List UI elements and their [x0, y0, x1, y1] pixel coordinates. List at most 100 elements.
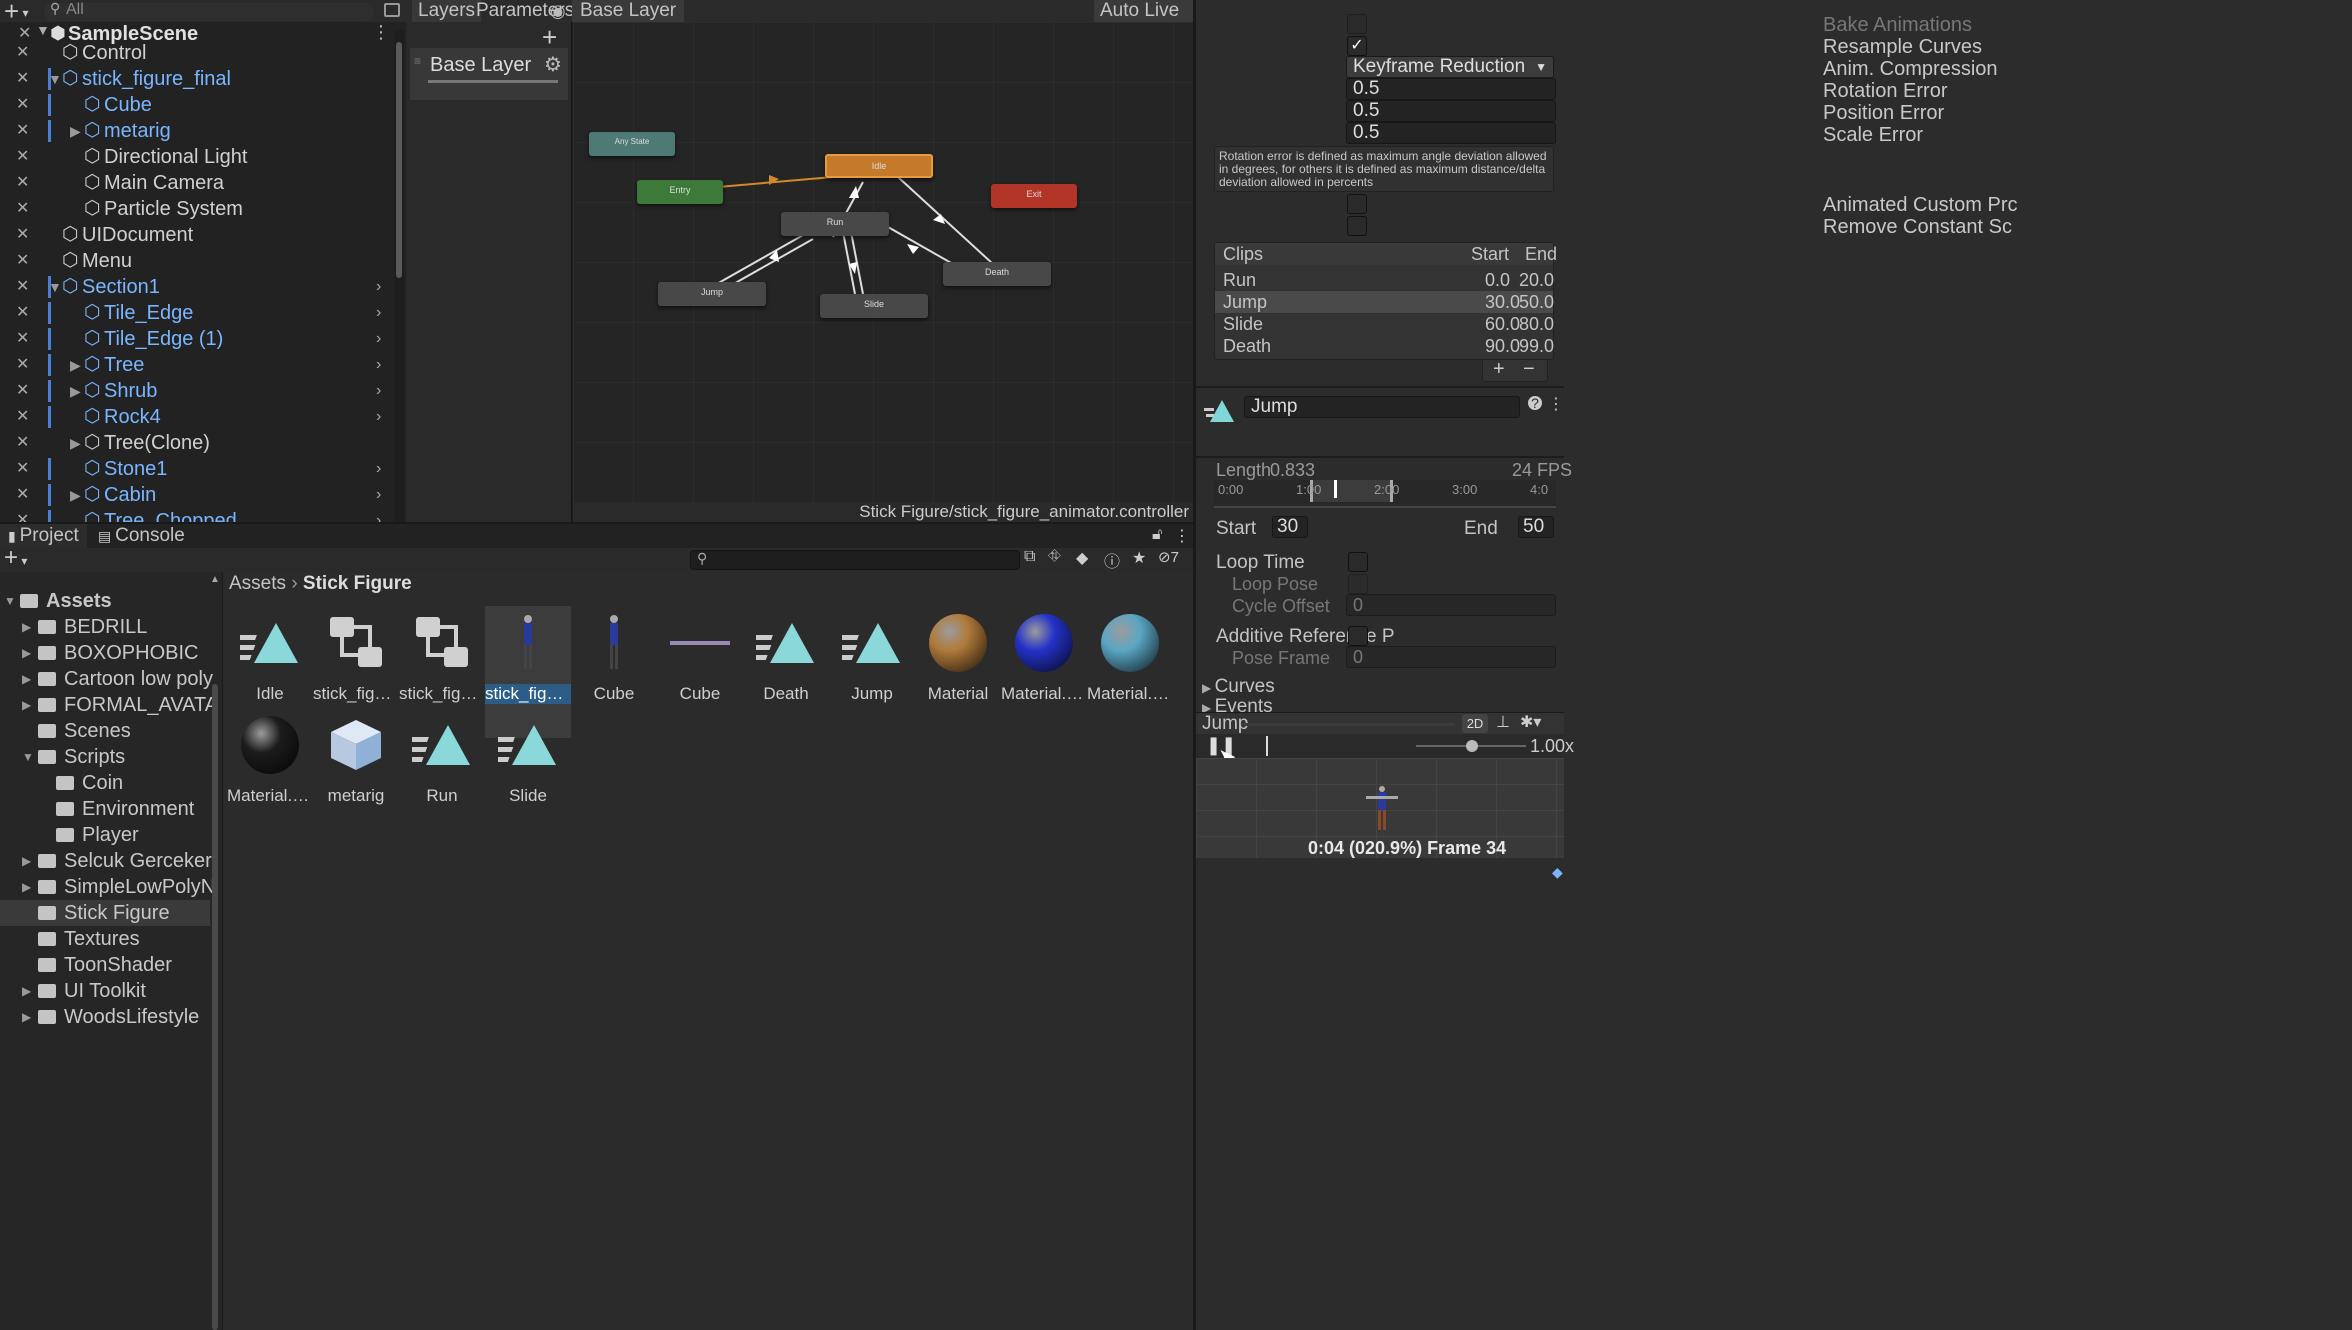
rotation-error-field[interactable]: 0.5 [1346, 78, 1556, 100]
hierarchy-item[interactable]: ✕ ▶ ⬡ Tree › [0, 352, 396, 378]
asset-item[interactable]: Cube [657, 606, 743, 738]
state-run[interactable]: Run [781, 212, 889, 236]
chevron-right-icon[interactable]: ▶ [22, 978, 31, 1004]
project-folder-item[interactable]: Textures [0, 926, 210, 952]
visibility-toggle-icon[interactable]: ✕ [16, 482, 29, 508]
speed-slider-thumb[interactable] [1466, 740, 1478, 752]
visibility-toggle-icon[interactable]: ✕ [16, 118, 29, 144]
add-clip-button[interactable]: + [1493, 358, 1505, 381]
state-machine-graph[interactable]: Any State Entry Idle Exit Run Jump Slide… [573, 22, 1193, 502]
project-folder-item[interactable]: Stick Figure [0, 900, 210, 926]
asset-item[interactable]: Jump [829, 606, 915, 738]
clip-row[interactable]: Death 90.0 99.0 [1215, 335, 1554, 357]
visibility-toggle-icon[interactable]: ✕ [16, 40, 29, 66]
filter-type-icon[interactable]: ⛗ [1048, 548, 1061, 566]
clip-menu-icon[interactable]: ⋮ [1548, 394, 1564, 414]
project-folder-item[interactable]: ▶ FORMAL_AVATAR [0, 692, 214, 718]
project-folder-item[interactable]: ▶ Cartoon low poly tree [0, 666, 214, 692]
tree-scrollbar[interactable]: ▲ [210, 574, 220, 1330]
hierarchy-item[interactable]: ✕ ⬡ Cube [0, 92, 396, 118]
chevron-right-icon[interactable]: ▶ [22, 666, 31, 692]
hierarchy-item[interactable]: ✕ ⬡ Directional Light [0, 144, 396, 170]
chevron-right-icon[interactable]: ▶ [70, 430, 81, 456]
state-death[interactable]: Death [943, 262, 1051, 286]
chevron-right-icon[interactable]: › [376, 274, 381, 300]
project-folder-item[interactable]: ToonShader [0, 952, 210, 978]
hierarchy-item[interactable]: ✕ ▶ ⬡ Tree(Clone) [0, 430, 396, 456]
project-folder-item[interactable]: Player [0, 822, 210, 848]
visibility-toggle-icon[interactable]: ✕ [16, 92, 29, 118]
auto-live-link-button[interactable]: Auto Live Link [1094, 0, 1193, 43]
tree-scroll-thumb[interactable] [212, 684, 218, 1330]
chevron-right-icon[interactable]: ▶ [22, 614, 31, 640]
loop-pose-checkbox[interactable] [1348, 574, 1368, 594]
asset-item[interactable]: Slide [485, 708, 571, 840]
chevron-right-icon[interactable]: ▶ [22, 692, 31, 718]
hierarchy-item[interactable]: ✕ ⬡ Tile_Edge › [0, 300, 396, 326]
project-search-field[interactable]: ⚲ [690, 550, 1020, 570]
preview-time-cursor[interactable] [1266, 736, 1268, 756]
chevron-down-icon[interactable]: ▼ [48, 66, 62, 92]
chevron-right-icon[interactable]: › [376, 378, 381, 404]
chevron-right-icon[interactable]: › [376, 508, 381, 522]
pose-frame-field[interactable]: 0 [1346, 646, 1556, 668]
lock-icon[interactable]: 🔓︎ [1152, 526, 1162, 544]
asset-item[interactable]: Material.0... [1001, 606, 1087, 738]
hierarchy-scrollbar[interactable] [394, 30, 404, 522]
preview-slider-track[interactable] [1242, 723, 1454, 726]
preview-viewport[interactable]: 0:04 (020.9%) Frame 34 [1196, 758, 1564, 858]
visibility-toggle-icon[interactable]: ✕ [16, 248, 29, 274]
project-folder-item[interactable]: ▶ Selcuk Gerceker [0, 848, 212, 874]
filter-label-icon[interactable]: ◆ [1076, 548, 1088, 568]
hierarchy-item[interactable]: ✕ ▶ ⬡ metarig [0, 118, 396, 144]
curves-foldout[interactable]: ▶ Curves [1202, 676, 1275, 698]
hierarchy-item[interactable]: ✕ ⬡ Control [0, 40, 396, 66]
loop-time-checkbox[interactable] [1348, 552, 1368, 572]
state-any[interactable]: Any State [589, 132, 675, 156]
project-folder-item[interactable]: Coin [0, 770, 210, 796]
hierarchy-item[interactable]: ✕ ▼ ⬡ stick_figure_final [0, 66, 396, 92]
project-folder-item[interactable]: Environment [0, 796, 210, 822]
project-add-button[interactable]: + ▾ [4, 544, 27, 572]
chevron-right-icon[interactable]: › [376, 300, 381, 326]
project-folder-item[interactable]: ▼ Assets [0, 588, 210, 614]
chevron-right-icon[interactable]: ▶ [70, 352, 81, 378]
chevron-right-icon[interactable]: ▶ [70, 482, 81, 508]
visibility-toggle-icon[interactable]: ✕ [16, 274, 29, 300]
filter-warning-icon[interactable]: ⓘ [1104, 548, 1120, 572]
state-idle[interactable]: Idle [825, 154, 933, 178]
hierarchy-item[interactable]: ✕ ⬡ UIDocument [0, 222, 396, 248]
cycle-offset-field[interactable]: 0 [1346, 594, 1556, 616]
avatar-icon[interactable]: ✱▾ [1520, 712, 1541, 732]
search-options-icon[interactable]: ⧉ [1024, 548, 1035, 566]
favorites-star-icon[interactable]: ★ [1132, 548, 1146, 568]
visibility-toggle-icon[interactable]: ✕ [16, 352, 29, 378]
chevron-right-icon[interactable]: ▶ [22, 640, 31, 666]
layer-gear-icon[interactable]: ⚙ [544, 52, 562, 77]
asset-item[interactable]: Material [915, 606, 1001, 738]
chevron-right-icon[interactable]: ▶ [22, 1004, 31, 1030]
visibility-toggle-icon[interactable]: ✕ [16, 300, 29, 326]
position-error-field[interactable]: 0.5 [1346, 100, 1556, 122]
visibility-toggle-icon[interactable]: ✕ [16, 508, 29, 522]
additive-checkbox[interactable] [1348, 626, 1368, 646]
chevron-right-icon[interactable]: › [376, 404, 381, 430]
clip-timeline[interactable]: 0:00 1:00 2:00 3:00 4:0 [1214, 480, 1556, 508]
asset-item[interactable]: Run [399, 708, 485, 840]
layer-item-base[interactable]: ≡ Base Layer ⚙ [410, 48, 568, 100]
clip-row[interactable]: Run 0.0 20.0 [1215, 269, 1554, 291]
chevron-right-icon[interactable]: › [376, 456, 381, 482]
hierarchy-item[interactable]: ✕ ⬡ Tile_Edge (1) › [0, 326, 396, 352]
hierarchy-scroll-thumb[interactable] [396, 42, 402, 278]
hierarchy-item[interactable]: ✕ ▶ ⬡ Shrub › [0, 378, 396, 404]
start-field[interactable]: 30 [1272, 516, 1308, 538]
project-folder-item[interactable]: ▶ UI Toolkit [0, 978, 210, 1004]
breadcrumb-current[interactable]: Stick Figure [303, 573, 412, 594]
chevron-right-icon[interactable]: ▶ [70, 118, 81, 144]
visibility-toggle-icon[interactable]: ✕ [16, 222, 29, 248]
drag-handle-icon[interactable]: ≡ [414, 54, 421, 68]
chevron-right-icon[interactable]: › [376, 326, 381, 352]
state-slide[interactable]: Slide [820, 294, 928, 318]
asset-item[interactable]: Death [743, 606, 829, 738]
scale-error-field[interactable]: 0.5 [1346, 122, 1556, 144]
